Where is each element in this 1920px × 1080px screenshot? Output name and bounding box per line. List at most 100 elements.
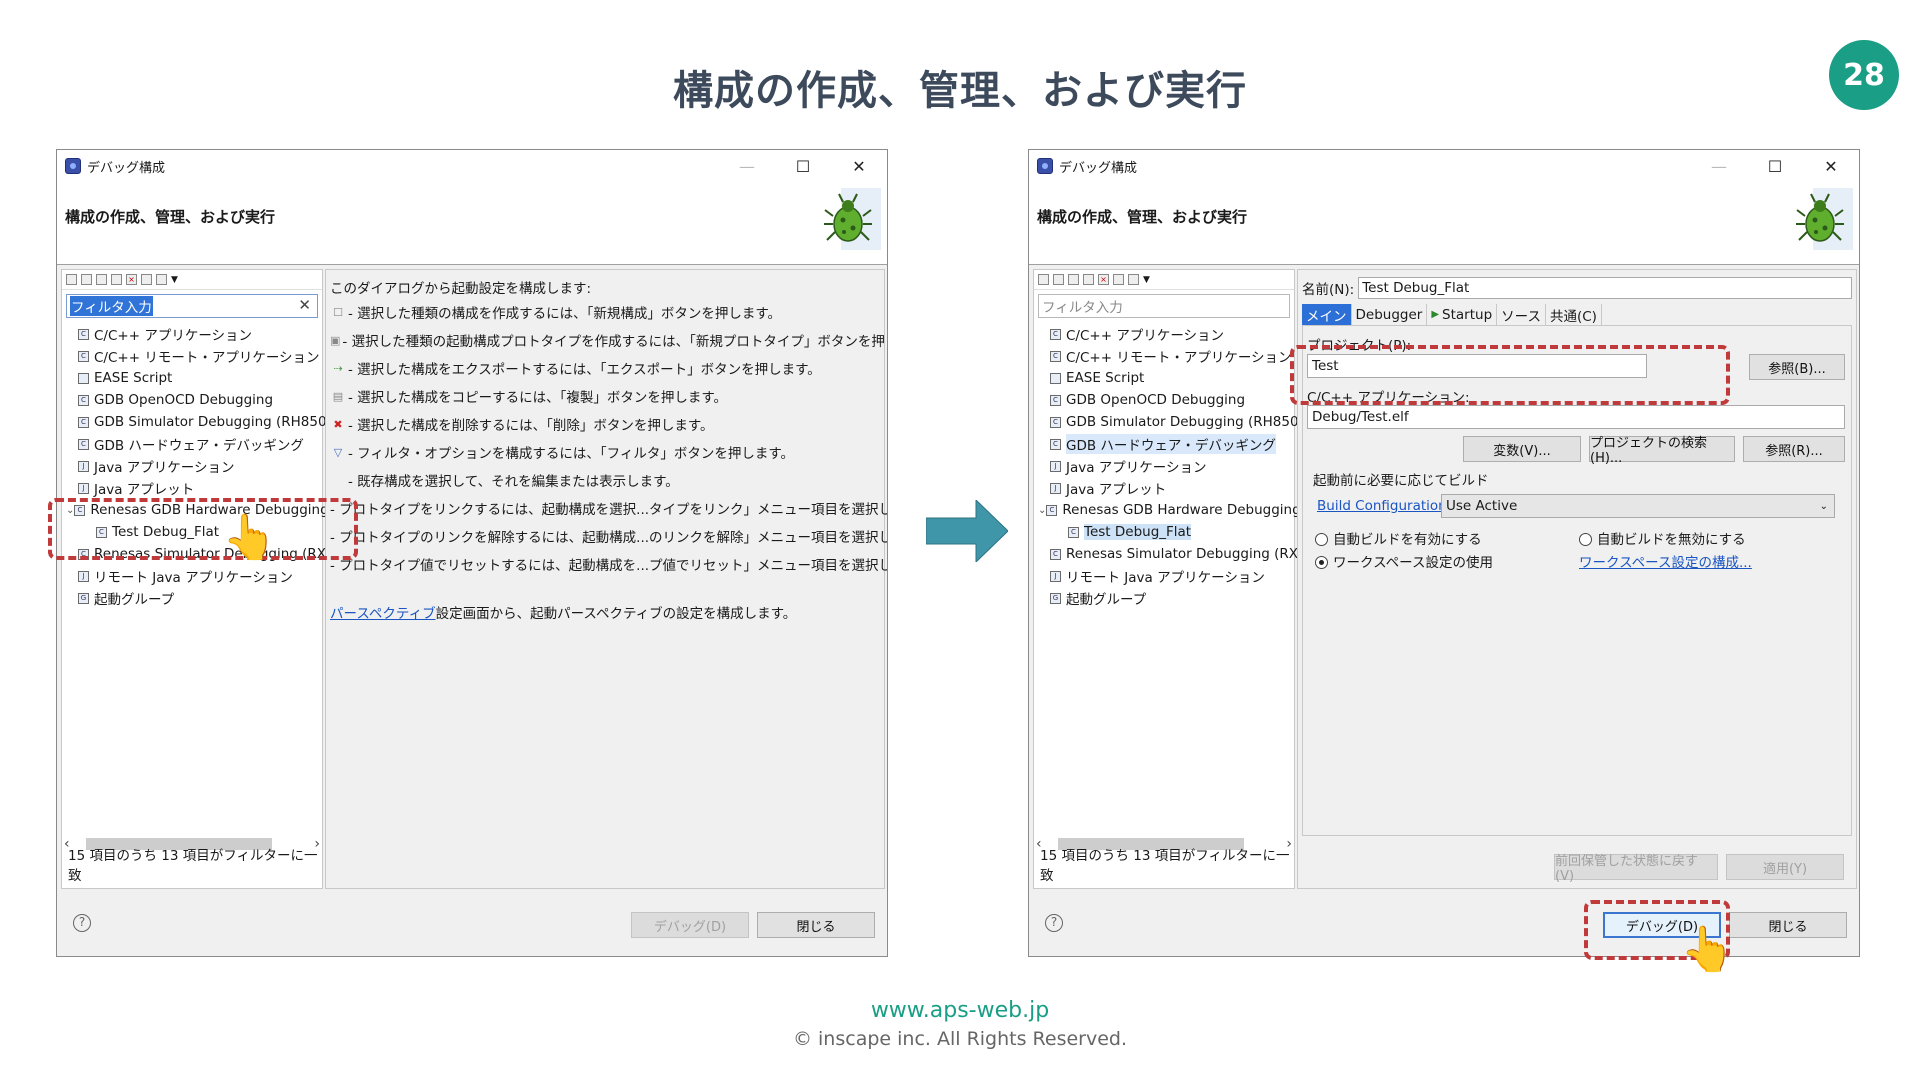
tree-item[interactable]: J Java アプレット [62, 477, 322, 499]
view-menu-chevron-icon[interactable]: ▼ [1143, 275, 1150, 285]
maximize-button[interactable]: ☐ [775, 150, 831, 182]
help-icon[interactable]: ? [1045, 914, 1063, 932]
header-title: 構成の作成、管理、および実行 [65, 208, 276, 226]
filter-icon[interactable] [1128, 274, 1139, 285]
apply-button[interactable]: 適用(Y) [1726, 854, 1844, 880]
workspace-settings-link[interactable]: ワークスペース設定の構成... [1579, 551, 1752, 571]
export-icon[interactable] [1068, 274, 1079, 285]
collapse-chevron-icon[interactable]: ⌄ [1038, 505, 1046, 516]
maximize-button[interactable]: ☐ [1747, 150, 1803, 182]
config-tree-panel: × ▼ フィルタ入力 ✕ C C/C++ アプリケーション C C/C++ リモート… [61, 269, 374, 889]
tree-item[interactable]: J リモート Java アプリケーション [62, 565, 322, 587]
collapse-all-icon[interactable] [141, 274, 152, 285]
tab-main[interactable]: メイン [1302, 304, 1352, 325]
dialog-footer: ? デバッグ(D) 閉じる [57, 890, 887, 956]
help-line: - 既存構成を選択して、それを編集または表示します。 [348, 474, 679, 490]
delete-icon[interactable]: × [1098, 274, 1109, 285]
config-tree-panel: × ▼ フィルタ入力 C C/C++ アプリケーション C C/C++ リモート・ア… [1033, 269, 1346, 889]
tree-item[interactable]: G 起動グループ [62, 587, 322, 609]
tree-item[interactable]: J Java アプレット [1034, 477, 1294, 499]
collapse-all-icon[interactable] [1113, 274, 1124, 285]
clear-filter-icon[interactable]: ✕ [298, 296, 311, 314]
tree-item-renesas-gdb[interactable]: ⌄ C Renesas GDB Hardware Debugging [1034, 499, 1301, 521]
new-prototype-icon[interactable] [81, 274, 92, 285]
browse-project-button[interactable]: 参照(B)... [1749, 354, 1845, 380]
tab-startup[interactable]: ▶ Startup [1427, 304, 1498, 325]
variables-button[interactable]: 変数(V)... [1463, 436, 1581, 462]
bug-icon [824, 188, 881, 250]
filter-input[interactable]: フィルタ入力 ✕ [66, 294, 318, 318]
name-field[interactable]: Test Debug_Flat [1358, 277, 1852, 299]
export-icon[interactable] [96, 274, 107, 285]
filter-icon[interactable] [156, 274, 167, 285]
debug-config-dialog-after: デバッグ構成 — ☐ ✕ 構成の作成、管理、および実行 × ▼ フィルタ入力 C… [1028, 149, 1860, 957]
new-config-icon[interactable] [1038, 274, 1049, 285]
new-config-icon[interactable] [66, 274, 77, 285]
config-tabs: メイン Debugger ▶ Startup ソース 共通(C) [1302, 304, 1852, 326]
minimize-button[interactable]: — [1691, 150, 1747, 182]
new-prototype-icon[interactable] [1053, 274, 1064, 285]
duplicate-icon[interactable] [1083, 274, 1094, 285]
duplicate-icon[interactable] [111, 274, 122, 285]
tree-item[interactable]: C GDB Simulator Debugging (RH850) [62, 411, 332, 433]
close-button[interactable]: 閉じる [757, 912, 875, 938]
search-project-button[interactable]: プロジェクトの検索(H)... [1589, 436, 1735, 466]
tree-item[interactable]: C GDB ハードウェア・デバッギング [1034, 433, 1294, 455]
tree-item[interactable]: C GDB ハードウェア・デバッギング [62, 433, 322, 455]
tree-item[interactable]: J Java アプリケーション [62, 455, 322, 477]
tree-item[interactable]: EASE Script [1034, 367, 1294, 389]
tree-item[interactable]: C C/C++ アプリケーション [62, 323, 322, 345]
tree-item[interactable]: C C/C++ アプリケーション [1034, 323, 1294, 345]
browse-application-button[interactable]: 参照(R)... [1743, 436, 1845, 462]
build-group-label: 起動前に必要に応じてビルド [1313, 473, 1489, 489]
revert-button[interactable]: 前回保管した状態に戻す(V) [1554, 854, 1718, 884]
debug-button[interactable]: デバッグ(D) [631, 912, 749, 938]
help-line: - プロトタイプのリンクを解除するには、起動構成...のリンクを解除」メニュー項… [330, 530, 887, 546]
delete-icon[interactable]: × [126, 274, 137, 285]
config-tree: C C/C++ アプリケーション C C/C++ リモート・アプリケーション EAS… [1034, 318, 1346, 609]
filter-input[interactable]: フィルタ入力 [1038, 294, 1290, 318]
build-configuration-select[interactable]: Use Active ⌄ [1441, 494, 1835, 518]
radio-use-workspace[interactable]: ワークスペース設定の使用 [1315, 551, 1493, 571]
tree-item[interactable]: J リモート Java アプリケーション [1034, 565, 1294, 587]
help-line: ☐ - 選択した種類の構成を作成するには、「新規構成」ボタンを押します。 [333, 305, 782, 323]
application-field[interactable]: Debug/Test.elf [1307, 405, 1845, 429]
tree-item[interactable]: C GDB OpenOCD Debugging [1034, 389, 1294, 411]
radio-disable-autobuild[interactable]: 自動ビルドを無効にする [1579, 528, 1746, 548]
pointing-hand-icon: 👆 [1680, 924, 1735, 975]
close-button[interactable]: 閉じる [1729, 912, 1847, 938]
app-icon [65, 158, 81, 174]
tree-item[interactable]: C Renesas Simulator Debugging (RX, RL78) [1034, 543, 1346, 565]
title-bar: デバッグ構成 — ☐ ✕ [57, 150, 887, 182]
tree-item[interactable]: J Java アプリケーション [1034, 455, 1294, 477]
tab-debugger[interactable]: Debugger [1352, 304, 1428, 325]
tree-item-test-debug-flat-selected[interactable]: C Test Debug_Flat [1034, 521, 1294, 543]
filter-count: 15 項目のうち 13 項目がフィルターに一致 [1040, 848, 1290, 884]
tab-source[interactable]: ソース [1497, 304, 1546, 325]
header-title: 構成の作成、管理、および実行 [1037, 208, 1248, 226]
help-line: - プロトタイプをリンクするには、起動構成を選択...タイプをリンク」メニュー項… [330, 502, 887, 518]
tree-item[interactable]: C C/C++ リモート・アプリケーション [1034, 345, 1294, 367]
config-tree: C C/C++ アプリケーション C C/C++ リモート・アプリケーション EAS… [62, 318, 374, 609]
help-line: - プロトタイプ値でリセットするには、起動構成を...プ値でリセット」メニュー項… [330, 558, 887, 574]
close-window-button[interactable]: ✕ [831, 150, 887, 182]
tree-item[interactable]: C GDB OpenOCD Debugging [62, 389, 322, 411]
window-title: デバッグ構成 [1059, 160, 1138, 176]
view-menu-chevron-icon[interactable]: ▼ [171, 275, 178, 285]
title-bar: デバッグ構成 — ☐ ✕ [1029, 150, 1859, 182]
tab-common[interactable]: 共通(C) [1546, 304, 1602, 325]
radio-enable-autobuild[interactable]: 自動ビルドを有効にする [1315, 528, 1482, 548]
help-icon[interactable]: ? [73, 914, 91, 932]
tree-item[interactable]: EASE Script [62, 367, 322, 389]
minimize-button[interactable]: — [719, 150, 775, 182]
footer-url[interactable]: www.aps-web.jp [0, 998, 1920, 1023]
tree-item[interactable]: C GDB Simulator Debugging (RH850) [1034, 411, 1304, 433]
tree-item[interactable]: G 起動グループ [1034, 587, 1294, 609]
next-step-arrow-icon [926, 500, 1008, 562]
app-icon [1037, 158, 1053, 174]
tree-item[interactable]: C C/C++ リモート・アプリケーション [62, 345, 322, 367]
help-line: ▤ - 選択した構成をコピーするには、「複製」ボタンを押します。 [332, 389, 728, 407]
perspective-link[interactable]: パースペクティブ [330, 602, 436, 622]
build-configuration-link[interactable]: Build Configuration: [1317, 498, 1451, 514]
close-window-button[interactable]: ✕ [1803, 150, 1859, 182]
